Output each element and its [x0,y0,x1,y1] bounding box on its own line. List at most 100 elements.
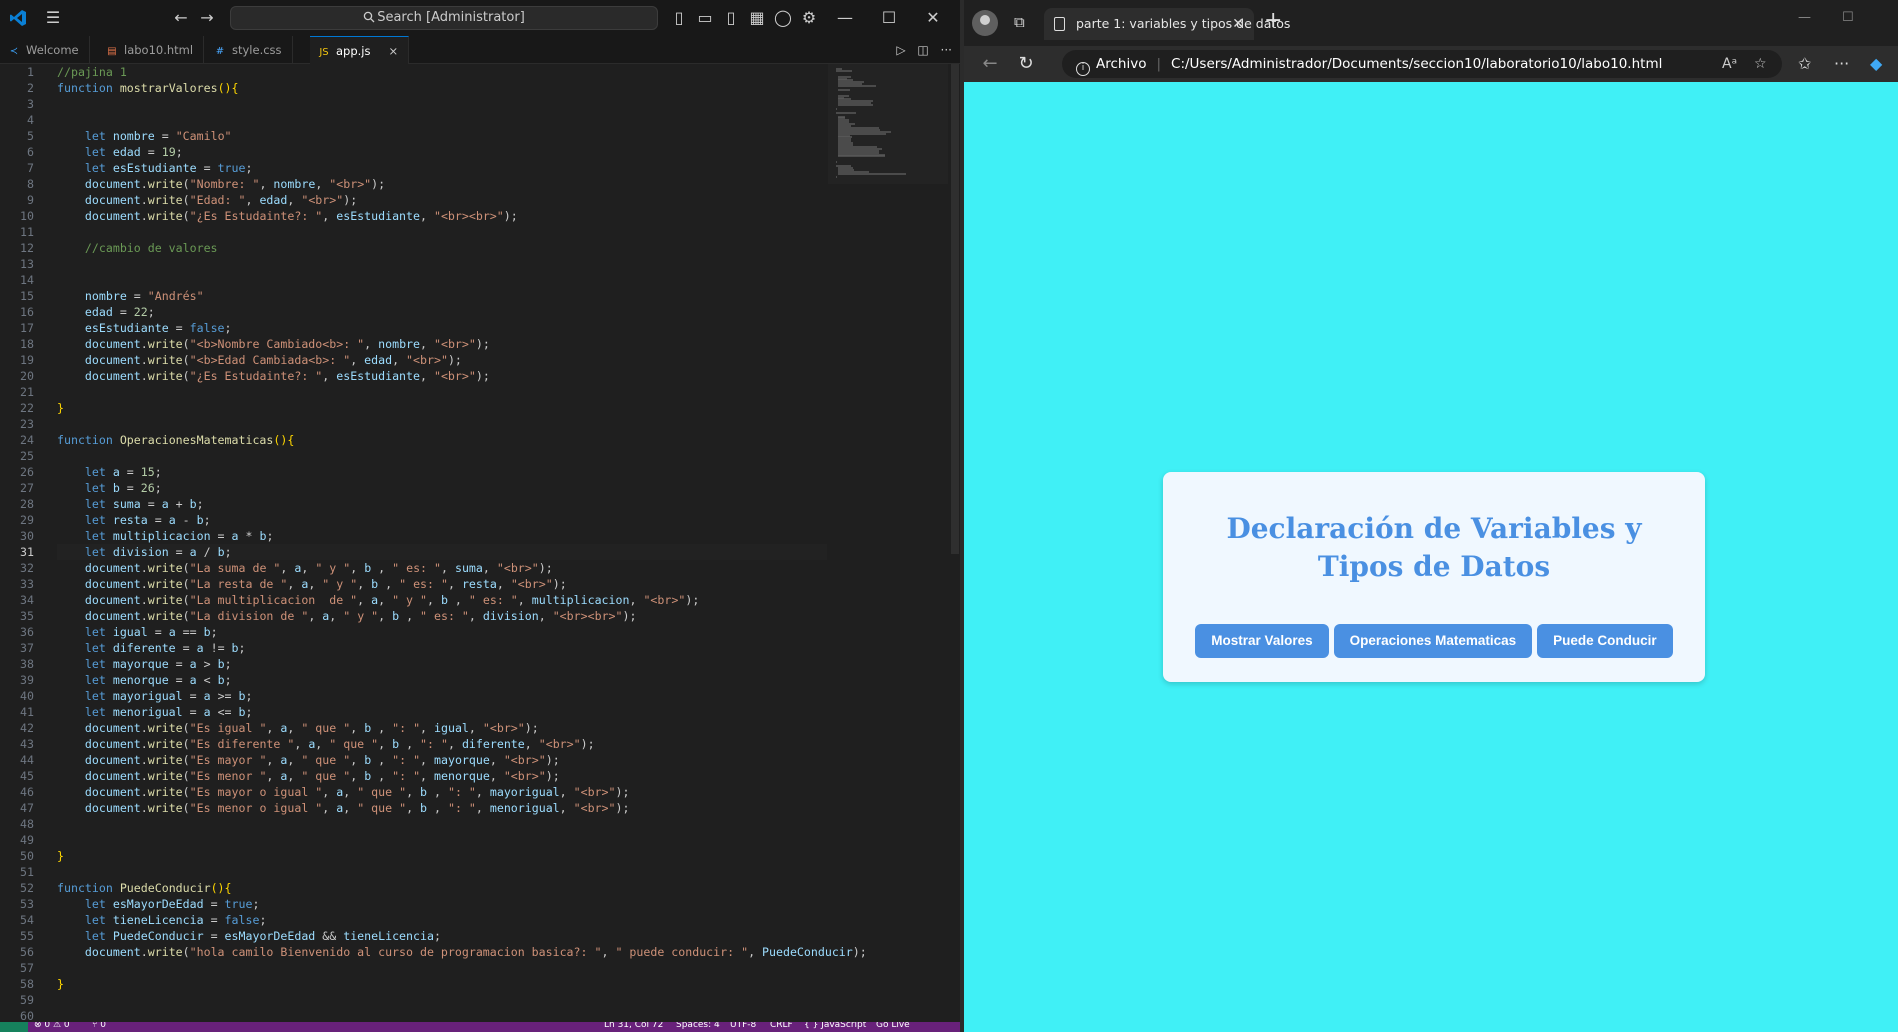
go-live-status[interactable]: Go Live [876,1022,910,1030]
code-line[interactable]: let esMayorDeEdad = true; [57,896,827,912]
command-center-search[interactable]: Search [Administrator] [230,6,658,30]
code-line[interactable] [57,416,827,432]
code-line[interactable] [57,256,827,272]
code-line[interactable]: function OperacionesMatematicas(){ [57,432,827,448]
code-line[interactable]: } [57,976,827,992]
code-line[interactable]: let menorque = a < b; [57,672,827,688]
code-line[interactable] [57,832,827,848]
code-line[interactable]: let edad = 19; [57,144,827,160]
code-line[interactable]: let a = 15; [57,464,827,480]
operaciones-matematicas-button[interactable]: Operaciones Matematicas [1333,624,1533,658]
code-line[interactable]: //cambio de valores [57,240,827,256]
copilot-icon[interactable]: ◆ [1870,54,1882,73]
code-line[interactable] [57,448,827,464]
code-line[interactable]: document.write("Es igual ", a, " que ", … [57,720,827,736]
more-menu-icon[interactable]: ··· [1834,54,1849,73]
code-line[interactable]: document.write("hola camilo Bienvenido a… [57,944,867,960]
more-actions-icon[interactable]: ··· [941,43,952,57]
code-line[interactable]: document.write("<b>Nombre Cambiado<b>: "… [57,336,827,352]
favorites-icon[interactable]: ✩ [1798,54,1811,73]
info-icon[interactable]: i [1076,62,1090,76]
minimize-icon[interactable]: — [834,7,856,29]
close-window-icon[interactable]: ✕ [922,7,944,29]
close-tab-icon[interactable]: × [389,44,399,58]
code-line[interactable]: document.write("La suma de ", a, " y ", … [57,560,827,576]
tab-welcome[interactable]: ≺ Welcome [0,36,90,64]
code-line[interactable]: document.write("Nombre: ", nombre, "<br>… [57,176,827,192]
code-line[interactable]: let menorigual = a <= b; [57,704,827,720]
toggle-panel-icon[interactable]: ▭ [694,7,716,29]
mostrar-valores-button[interactable]: Mostrar Valores [1195,624,1329,658]
maximize-icon[interactable]: ☐ [1842,10,1854,25]
code-line[interactable] [57,224,827,240]
code-line[interactable]: document.write("Es menor o igual ", a, "… [57,800,827,816]
code-line[interactable]: let esEstudiante = true; [57,160,827,176]
code-line[interactable]: document.write("¿Es Estudainte?: ", esEs… [57,208,827,224]
code-line[interactable] [57,816,827,832]
minimap[interactable] [828,64,948,184]
run-icon[interactable]: ▷ [896,43,905,57]
code-line[interactable] [57,384,827,400]
back-arrow-icon[interactable]: ← [978,52,1002,76]
code-line[interactable]: document.write("La resta de ", a, " y ",… [57,576,827,592]
code-line[interactable]: document.write("<b>Edad Cambiada<b>: ", … [57,352,827,368]
code-line[interactable]: let multiplicacion = a * b; [57,528,827,544]
tab-labo10-html[interactable]: ▤ labo10.html [98,36,205,64]
remote-indicator[interactable] [0,1022,28,1032]
code-line[interactable]: } [57,400,827,416]
code-line[interactable]: document.write("La division de ", a, " y… [57,608,827,624]
code-line[interactable]: esEstudiante = false; [57,320,827,336]
scrollbar-thumb[interactable] [951,64,959,554]
cursor-position[interactable]: Ln 31, Col 72 [604,1022,663,1030]
address-bar[interactable]: i Archivo | C:/Users/Administrador/Document… [1062,50,1782,78]
eol-status[interactable]: CRLF [770,1022,793,1030]
editor-scrollbar[interactable] [950,64,960,1024]
code-line[interactable]: document.write("Edad: ", edad, "<br>"); [57,192,827,208]
code-line[interactable]: let igual = a == b; [57,624,827,640]
code-line[interactable]: function PuedeConducir(){ [57,880,827,896]
code-line[interactable]: let diferente = a != b; [57,640,827,656]
code-line[interactable]: let mayorque = a > b; [57,656,827,672]
code-line[interactable]: document.write("Es menor ", a, " que ", … [57,768,827,784]
forward-arrow-icon[interactable]: → [196,7,218,29]
code-editor[interactable]: 1 2 3 4 5 6 7 8 9 10 11 12 13 14 15 16 17 18 19 20 21 22 23 24 2… [0,64,960,1024]
code-line[interactable]: document.write("Es mayor o igual ", a, "… [57,784,827,800]
puede-conducir-button[interactable]: Puede Conducir [1537,624,1673,658]
code-line[interactable] [57,96,827,112]
code-line[interactable]: let b = 26; [57,480,827,496]
browser-tab[interactable]: parte 1: variables y tipos de datos ✕ [1044,8,1290,40]
code-line[interactable]: function mostrarValores(){ [57,80,827,96]
code-line[interactable]: document.write("Es diferente ", a, " que… [57,736,827,752]
tab-app-js[interactable]: JS app.js × [310,36,410,64]
encoding-status[interactable]: UTF-8 [730,1022,756,1030]
code-line[interactable]: let tieneLicencia = false; [57,912,827,928]
indent-status[interactable]: Spaces: 4 [676,1022,720,1030]
account-icon[interactable]: ◯ [772,7,794,29]
code-line[interactable] [57,272,827,288]
menu-icon[interactable]: ☰ [42,7,64,29]
new-tab-icon[interactable]: + [1264,8,1282,33]
minimize-icon[interactable]: — [1798,10,1811,25]
code-line[interactable] [57,864,827,880]
code-line[interactable]: nombre = "Andrés" [57,288,827,304]
tab-actions-icon[interactable]: ⧉ [1014,13,1025,31]
code-line[interactable]: let mayorigual = a >= b; [57,688,827,704]
code-line[interactable]: document.write("Es mayor ", a, " que ", … [57,752,827,768]
code-line[interactable] [57,960,827,976]
code-line[interactable]: let suma = a + b; [57,496,827,512]
reload-icon[interactable]: ↻ [1014,52,1038,76]
code-line[interactable]: let resta = a - b; [57,512,827,528]
language-status[interactable]: { } JavaScript [804,1022,866,1030]
code-line[interactable]: edad = 22; [57,304,827,320]
favorite-star-icon[interactable]: ☆ [1754,50,1767,78]
code-line[interactable]: let division = a / b; [57,544,827,560]
toggle-sidebar-icon[interactable]: ▯ [668,7,690,29]
code-line[interactable]: document.write("La multiplicacion de ", … [57,592,827,608]
tab-style-css[interactable]: # style.css [206,36,293,64]
code-line[interactable]: document.write("¿Es Estudainte?: ", esEs… [57,368,827,384]
close-tab-icon[interactable]: ✕ [1232,8,1244,40]
code-line[interactable] [57,112,827,128]
split-editor-icon[interactable]: ◫ [917,43,928,57]
toggle-secondary-sidebar-icon[interactable]: ▯ [720,7,742,29]
settings-gear-icon[interactable]: ⚙ [798,7,820,29]
